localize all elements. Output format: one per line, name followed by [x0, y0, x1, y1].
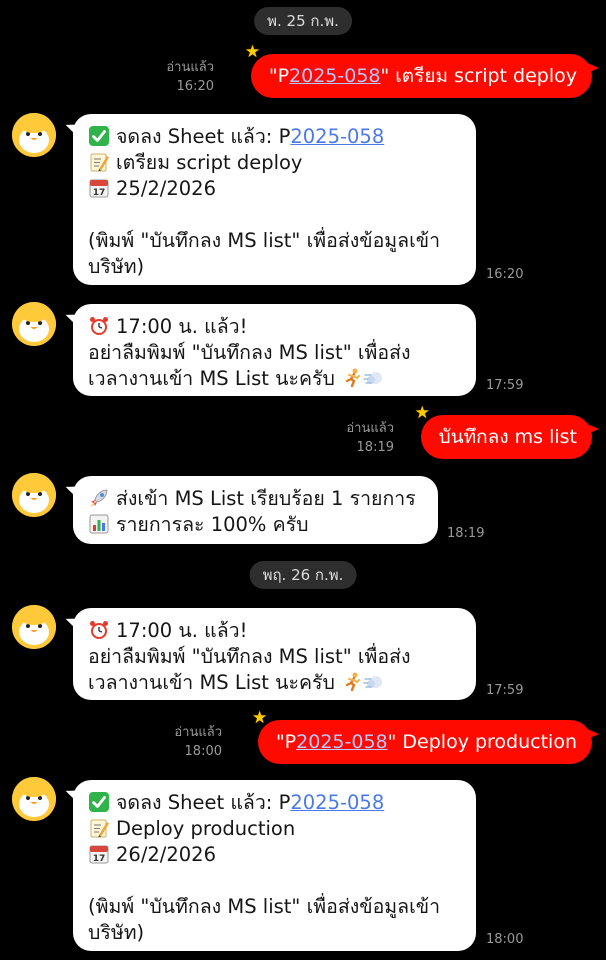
incoming-message[interactable]: จดลง Sheet แล้ว: P2025-058 เตรียม script…: [63, 114, 476, 285]
star-icon: ★: [251, 708, 268, 728]
check-mark-icon: [88, 125, 110, 147]
message-time: 18:00: [184, 744, 222, 759]
alarm-clock-icon: [88, 619, 110, 641]
message-time: 17:59: [486, 683, 524, 698]
message-text: " เตรียม script deploy: [380, 65, 577, 87]
rocket-icon: [88, 487, 110, 509]
running-person-icon: [341, 671, 363, 693]
message-line: จดลง Sheet แล้ว: P2025-058: [88, 124, 462, 150]
bubble-tail: [585, 423, 599, 435]
message-link[interactable]: 2025-058: [290, 791, 384, 814]
message-time: 18:19: [447, 526, 485, 541]
message-line: จดลง Sheet แล้ว: P2025-058: [88, 790, 462, 816]
message-time: 17:59: [486, 378, 524, 393]
message-line: บริษัท): [88, 921, 145, 944]
message-text: "P: [268, 65, 290, 87]
message-time: 18:00: [486, 932, 524, 947]
message-meta: อ่านแล้ว 18:19: [346, 419, 394, 457]
message-time: 18:19: [356, 440, 394, 455]
running-person-icon: [341, 367, 363, 389]
message-line: 17:00 น. แล้ว!: [88, 314, 462, 340]
incoming-message[interactable]: 17:00 น. แล้ว! อย่าลืมพิมพ์ "บันทึกลง MS…: [63, 608, 476, 700]
message-line: ส่งเข้า MS List เรียบร้อย 1 รายการ: [88, 486, 424, 512]
message-link[interactable]: 2025-058: [290, 125, 384, 148]
message-link[interactable]: 2025-058: [296, 731, 387, 753]
memo-icon: [88, 151, 110, 173]
incoming-message[interactable]: 17:00 น. แล้ว! อย่าลืมพิมพ์ "บันทึกลง MS…: [63, 304, 476, 396]
bot-avatar[interactable]: [12, 605, 56, 649]
star-icon: ★: [244, 42, 261, 62]
message-line: อย่าลืมพิมพ์ "บันทึกลง MS list" เพื่อส่ง: [88, 341, 411, 364]
message-line: Deploy production: [88, 816, 462, 842]
outgoing-message[interactable]: ★ "P2025-058" Deploy production: [252, 710, 599, 764]
message-line: 26/2/2026: [88, 842, 462, 868]
chat-view: พ. 25 ก.พ. อ่านแล้ว 16:20 ★ "P2025-058" …: [0, 0, 606, 960]
bubble-tail: [63, 310, 81, 326]
bar-chart-icon: [88, 513, 110, 535]
message-time: 16:20: [176, 79, 214, 94]
read-receipt: อ่านแล้ว: [174, 725, 222, 740]
bubble-tail: [63, 614, 81, 630]
outgoing-message[interactable]: ★ บันทึกลง ms list: [415, 405, 599, 459]
message-line: เตรียม script deploy: [88, 150, 462, 176]
message-text: " Deploy production: [387, 731, 577, 753]
bubble-tail: [63, 786, 81, 802]
date-separator: พฤ. 26 ก.พ.: [249, 561, 357, 589]
calendar-icon: [88, 177, 110, 199]
message-meta: อ่านแล้ว 18:00: [174, 723, 222, 761]
calendar-icon: [88, 843, 110, 865]
read-receipt: อ่านแล้ว: [346, 421, 394, 436]
message-time: 16:20: [486, 267, 524, 282]
message-line: 25/2/2026: [88, 176, 462, 202]
incoming-message[interactable]: ส่งเข้า MS List เรียบร้อย 1 รายการ รายกา…: [63, 476, 438, 544]
bot-avatar[interactable]: [12, 113, 56, 157]
message-line: (พิมพ์ "บันทึกลง MS list" เพื่อส่งข้อมูล…: [88, 229, 441, 252]
message-line: 17:00 น. แล้ว!: [88, 618, 462, 644]
bubble-tail: [63, 482, 81, 498]
bubble-tail: [585, 728, 599, 740]
message-line: (พิมพ์ "บันทึกลง MS list" เพื่อส่งข้อมูล…: [88, 895, 441, 918]
bot-avatar[interactable]: [12, 777, 56, 821]
memo-icon: [88, 817, 110, 839]
bot-avatar[interactable]: [12, 302, 56, 346]
bot-avatar[interactable]: [12, 473, 56, 517]
message-meta: อ่านแล้ว 16:20: [166, 58, 214, 96]
message-link[interactable]: 2025-058: [289, 65, 380, 87]
check-mark-icon: [88, 791, 110, 813]
bubble-tail: [585, 62, 599, 74]
message-text: บันทึกลง ms list: [438, 426, 577, 448]
message-line: บริษัท): [88, 255, 145, 278]
read-receipt: อ่านแล้ว: [166, 60, 214, 75]
message-line: รายการละ 100% ครับ: [88, 512, 424, 538]
date-separator: พ. 25 ก.พ.: [254, 7, 352, 35]
message-line: อย่าลืมพิมพ์ "บันทึกลง MS list" เพื่อส่ง: [88, 645, 411, 668]
incoming-message[interactable]: จดลง Sheet แล้ว: P2025-058 Deploy produc…: [63, 780, 476, 951]
dash-icon: [363, 671, 385, 693]
message-text: "P: [275, 731, 297, 753]
star-icon: ★: [414, 403, 430, 423]
bubble-tail: [63, 120, 81, 136]
message-line: เวลางานเข้า MS List นะครับ: [88, 670, 462, 696]
message-line: เวลางานเข้า MS List นะครับ: [88, 366, 462, 392]
outgoing-message[interactable]: ★ "P2025-058" เตรียม script deploy: [245, 44, 599, 98]
alarm-clock-icon: [88, 315, 110, 337]
dash-icon: [363, 367, 385, 389]
